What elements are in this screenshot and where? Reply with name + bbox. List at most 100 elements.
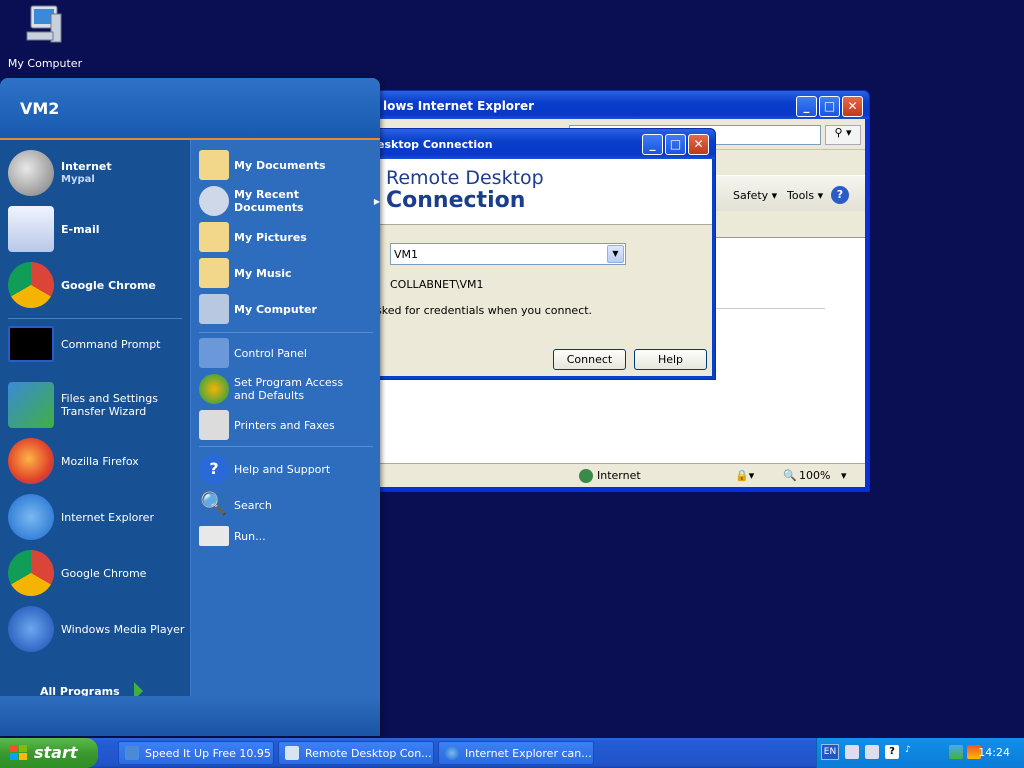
start-menu-left-pane: Internet Mypal E-mail Google Chrome Comma… [0, 140, 190, 696]
language-indicator[interactable]: EN [821, 744, 839, 760]
chevron-down-icon[interactable]: ▼ [607, 245, 624, 263]
place-help-support[interactable]: ? Help and Support [199, 454, 330, 484]
maximize-button[interactable]: □ [819, 96, 840, 117]
help-icon: ? [199, 454, 229, 484]
windows-flag-icon [10, 745, 27, 760]
window-icon[interactable] [865, 745, 879, 759]
transfer-wizard-icon [8, 382, 54, 428]
place-my-music[interactable]: My Music [199, 258, 292, 288]
place-program-access[interactable]: Set Program Access and Defaults [199, 374, 364, 404]
desktop-icon-label: My Computer [7, 57, 83, 70]
recent-item-label: Command Prompt [61, 337, 161, 351]
zoom-dropdown-icon[interactable]: ▾ [841, 469, 847, 482]
rdc-close-button[interactable]: ✕ [688, 134, 709, 155]
ie-title-bar[interactable]: lows Internet Explorer _ □ ✕ [369, 91, 869, 119]
place-control-panel[interactable]: Control Panel [199, 338, 307, 368]
computer-icon [199, 294, 229, 324]
place-label: My Pictures [234, 230, 307, 244]
place-printers[interactable]: Printers and Faxes [199, 410, 335, 440]
start-menu-right-pane: My Documents My Recent Documents ▶ My Pi… [190, 140, 380, 696]
minimize-button[interactable]: _ [796, 96, 817, 117]
recent-item-firefox[interactable]: Mozilla Firefox [8, 438, 139, 484]
desktop-icon-my-computer[interactable]: My Computer [6, 2, 84, 70]
task-label: Speed It Up Free 10.95 [145, 747, 271, 760]
separator [199, 446, 373, 447]
pinned-item-chrome[interactable]: Google Chrome [8, 262, 156, 308]
rdc-maximize-button[interactable]: □ [665, 134, 686, 155]
place-search[interactable]: 🔍 Search [199, 490, 272, 520]
recent-documents-icon [199, 186, 229, 216]
envelope-icon [8, 206, 54, 252]
media-player-icon [8, 606, 54, 652]
task-speed-it-up[interactable]: Speed It Up Free 10.95 [118, 741, 274, 765]
ie-status-bar: Internet 🔒▾ 🔍 100% ▾ [373, 463, 865, 487]
place-label: My Computer [234, 302, 317, 316]
recent-item-label: Mozilla Firefox [61, 454, 139, 468]
rdc-user-label: COLLABNET\VM1 [390, 278, 484, 291]
network-icon[interactable] [949, 745, 963, 759]
pinned-item-label: Internet [61, 160, 112, 173]
music-folder-icon [199, 258, 229, 288]
recent-item-ie[interactable]: Internet Explorer [8, 494, 154, 540]
place-label: My Music [234, 266, 292, 280]
place-label: My Documents [234, 158, 326, 172]
help-button[interactable]: Help [634, 349, 707, 370]
place-run[interactable]: Run... [199, 526, 266, 546]
pinned-item-email[interactable]: E-mail [8, 206, 100, 252]
recent-item-chrome[interactable]: Google Chrome [8, 550, 146, 596]
chrome-icon [8, 262, 54, 308]
start-menu-user: VM2 [20, 99, 60, 118]
rdc-banner-line1: Remote Desktop [386, 167, 544, 189]
speaker-icon[interactable]: ♪ [905, 745, 919, 759]
rdc-banner: Remote Desktop Connection [374, 159, 712, 225]
start-button[interactable]: start [0, 738, 98, 768]
task-internet-explorer[interactable]: Internet Explorer can... [438, 741, 594, 765]
pinned-item-label: Google Chrome [61, 278, 156, 292]
rdc-minimize-button[interactable]: _ [642, 134, 663, 155]
pinned-item-label: E-mail [61, 222, 100, 236]
start-menu: VM2 Internet Mypal E-mail Google Chrome C… [0, 78, 380, 736]
chevron-right-icon: ▶ [373, 196, 380, 206]
globe-icon [579, 469, 593, 483]
security-icon[interactable]: 🔒▾ [735, 469, 754, 482]
place-my-documents[interactable]: My Documents [199, 150, 326, 180]
keyboard-icon[interactable] [845, 745, 859, 759]
place-my-computer[interactable]: My Computer [199, 294, 317, 324]
speed-it-up-icon [125, 746, 139, 760]
rdc-banner-line2: Connection [386, 188, 526, 213]
recent-item-wmp[interactable]: Windows Media Player [8, 606, 184, 652]
rdc-dialog[interactable]: esktop Connection _ □ ✕ Remote Desktop C… [370, 128, 716, 380]
help-icon[interactable]: ? [885, 745, 899, 759]
taskbar: start Speed It Up Free 10.95 Remote Desk… [0, 738, 1024, 768]
place-label: Control Panel [234, 346, 307, 360]
recent-item-transfer[interactable]: Files and Settings Transfer Wizard [8, 382, 171, 428]
close-button[interactable]: ✕ [842, 96, 863, 117]
internet-explorer-icon [8, 494, 54, 540]
pinned-item-internet[interactable]: Internet Mypal [8, 150, 112, 196]
raccoon-icon [8, 150, 54, 196]
connect-button[interactable]: Connect [553, 349, 626, 370]
ie-zoom-level[interactable]: 100% [799, 469, 830, 482]
task-remote-desktop[interactable]: Remote Desktop Con... [278, 741, 434, 765]
start-menu-footer [0, 696, 380, 736]
chrome-icon [8, 550, 54, 596]
help-icon[interactable]: ? [831, 186, 849, 204]
tools-menu[interactable]: Tools ▾ [787, 189, 823, 202]
rdc-body: Remote Desktop Connection VM1 ▼ COLLABNE… [374, 159, 712, 376]
search-icon[interactable]: ⚲ ▾ [825, 125, 861, 145]
computer-combo[interactable]: VM1 ▼ [390, 243, 626, 265]
recent-item-cmd[interactable]: Command Prompt [8, 326, 161, 362]
recent-item-label: Internet Explorer [61, 510, 154, 524]
place-recent-documents[interactable]: My Recent Documents ▶ [199, 186, 380, 216]
clock: 14:24 [978, 746, 1010, 759]
safety-menu[interactable]: Safety ▾ [733, 189, 777, 202]
search-icon: 🔍 [200, 492, 228, 517]
control-panel-icon [199, 338, 229, 368]
separator [8, 318, 182, 319]
recent-item-label: Windows Media Player [61, 622, 185, 636]
place-my-pictures[interactable]: My Pictures [199, 222, 307, 252]
rdc-title-bar[interactable]: esktop Connection _ □ ✕ [371, 129, 715, 159]
place-label: Help and Support [234, 462, 331, 476]
place-label: Set Program Access and Defaults [234, 376, 344, 402]
my-computer-icon [26, 5, 62, 43]
